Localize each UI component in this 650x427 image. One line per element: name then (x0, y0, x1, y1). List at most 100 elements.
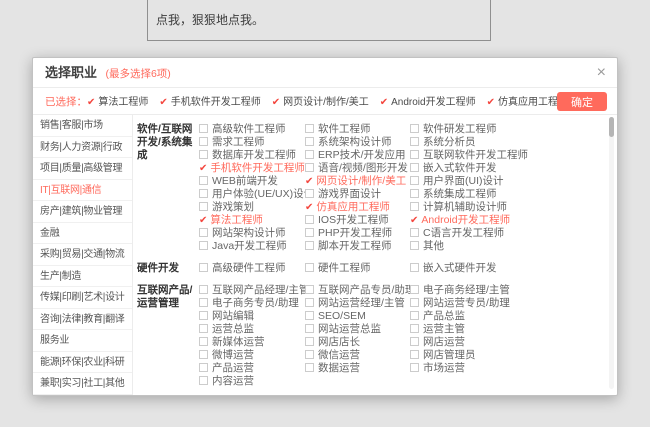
checkbox-icon[interactable] (410, 163, 419, 172)
checkbox-icon[interactable] (410, 363, 419, 372)
job-option[interactable]: ERP技术/开发应用 (305, 149, 410, 162)
job-option[interactable]: 嵌入式软件开发 (410, 162, 603, 175)
job-option[interactable]: 用户体验(UE/UX)设计 (199, 188, 305, 201)
job-option[interactable]: 软件工程师 (305, 123, 410, 136)
job-option[interactable]: 用户界面(UI)设计 (410, 175, 603, 188)
checkbox-icon[interactable] (305, 241, 314, 250)
sidebar-item[interactable]: IT|互联网|通信 (33, 180, 132, 202)
job-option[interactable]: 其他 (410, 240, 603, 253)
job-option[interactable]: ✔算法工程师 (199, 214, 305, 227)
checkbox-icon[interactable] (199, 189, 208, 198)
checkbox-icon[interactable] (305, 189, 314, 198)
selected-item[interactable]: ✔Android开发工程师 (380, 97, 476, 108)
checkbox-icon[interactable] (199, 241, 208, 250)
job-option[interactable]: 网店店长 (305, 336, 410, 349)
job-option[interactable]: 市场运营 (410, 362, 603, 375)
job-option[interactable]: 网店运营 (410, 336, 603, 349)
sidebar-item[interactable]: 咨询|法律|教育|翻译 (33, 309, 132, 331)
checkbox-icon[interactable] (410, 189, 419, 198)
checkbox-icon[interactable] (410, 241, 419, 250)
checkbox-icon[interactable] (199, 263, 208, 272)
checkbox-icon[interactable] (199, 285, 208, 294)
demo-trigger-text[interactable]: 点我，狠狠地点我。 (156, 13, 264, 27)
scrollbar[interactable] (609, 117, 614, 389)
sidebar-item[interactable]: 采购|贸易|交通|物流 (33, 244, 132, 266)
checkbox-icon[interactable] (199, 150, 208, 159)
job-option[interactable]: 网站运营经理/主管 (305, 297, 410, 310)
checkbox-icon[interactable] (199, 350, 208, 359)
job-option[interactable]: 互联网软件开发工程师 (410, 149, 603, 162)
job-option[interactable]: IOS开发工程师 (305, 214, 410, 227)
checkbox-icon[interactable] (410, 150, 419, 159)
checkbox-icon[interactable] (305, 163, 314, 172)
job-option[interactable]: 数据运营 (305, 362, 410, 375)
selected-item[interactable]: ✔手机软件开发工程师 (159, 97, 260, 108)
checkbox-icon[interactable] (199, 337, 208, 346)
job-option[interactable]: 新媒体运营 (199, 336, 305, 349)
sidebar-item[interactable]: 能源|环保|农业|科研 (33, 352, 132, 374)
job-option[interactable]: 互联网产品经理/主管 (199, 284, 305, 297)
job-option[interactable]: SEO/SEM (305, 310, 410, 323)
checkbox-icon[interactable] (410, 350, 419, 359)
job-option[interactable]: 嵌入式硬件开发 (410, 262, 603, 275)
job-option[interactable]: ✔网页设计/制作/美工 (305, 175, 410, 188)
job-option[interactable]: 网站架构设计师 (199, 227, 305, 240)
checkbox-icon[interactable] (199, 137, 208, 146)
job-option[interactable]: 系统分析员 (410, 136, 603, 149)
job-option[interactable]: 微信运营 (305, 349, 410, 362)
selected-item[interactable]: ✔算法工程师 (87, 97, 148, 108)
selected-item[interactable]: ✔网页设计/制作/美工 (272, 97, 369, 108)
checkbox-icon[interactable] (199, 202, 208, 211)
checkbox-icon[interactable] (410, 228, 419, 237)
checkbox-icon[interactable] (410, 298, 419, 307)
job-option[interactable]: 网站运营专员/助理 (410, 297, 603, 310)
job-option[interactable]: 计算机辅助设计师 (410, 201, 603, 214)
scrollbar-thumb[interactable] (609, 117, 614, 137)
sidebar-item[interactable]: 销售|客服|市场 (33, 115, 132, 137)
checkbox-icon[interactable] (410, 311, 419, 320)
job-option[interactable]: 网店管理员 (410, 349, 603, 362)
job-option[interactable]: 产品运营 (199, 362, 305, 375)
checkbox-icon[interactable] (410, 176, 419, 185)
checkbox-icon[interactable] (305, 137, 314, 146)
checkbox-icon[interactable] (305, 124, 314, 133)
checkbox-icon[interactable] (199, 298, 208, 307)
checkbox-icon[interactable] (305, 350, 314, 359)
sidebar-item[interactable]: 房产|建筑|物业管理 (33, 201, 132, 223)
checkbox-icon[interactable] (305, 337, 314, 346)
checkbox-icon[interactable] (305, 215, 314, 224)
job-option[interactable]: 系统集成工程师 (410, 188, 603, 201)
job-option[interactable]: 游戏界面设计 (305, 188, 410, 201)
job-option[interactable]: 网站编辑 (199, 310, 305, 323)
checkbox-icon[interactable] (305, 263, 314, 272)
job-option[interactable]: 高级软件工程师 (199, 123, 305, 136)
checkbox-icon[interactable] (305, 285, 314, 294)
job-option[interactable]: 硬件工程师 (305, 262, 410, 275)
job-option[interactable]: Java开发工程师 (199, 240, 305, 253)
job-option[interactable]: 微博运营 (199, 349, 305, 362)
sidebar-item[interactable]: 项目|质量|高级管理 (33, 158, 132, 180)
job-option[interactable]: 内容运营 (199, 375, 305, 388)
checkbox-icon[interactable] (305, 311, 314, 320)
sidebar-item[interactable]: 财务|人力资源|行政 (33, 137, 132, 159)
job-option[interactable]: 电子商务经理/主管 (410, 284, 603, 297)
job-option[interactable]: 需求工程师 (199, 136, 305, 149)
job-option[interactable]: PHP开发工程师 (305, 227, 410, 240)
job-option[interactable]: 运营总监 (199, 323, 305, 336)
confirm-button[interactable]: 确定 (557, 92, 607, 111)
job-option[interactable]: WEB前端开发 (199, 175, 305, 188)
close-icon[interactable]: × (597, 58, 606, 88)
checkbox-icon[interactable] (410, 337, 419, 346)
checkbox-icon[interactable] (305, 298, 314, 307)
job-option[interactable]: 高级硬件工程师 (199, 262, 305, 275)
sidebar-item[interactable]: 服务业 (33, 330, 132, 352)
selected-item[interactable]: ✔仿真应用工程师 (487, 97, 568, 108)
job-option[interactable]: 网站运营总监 (305, 323, 410, 336)
checkbox-icon[interactable] (199, 124, 208, 133)
job-option[interactable]: ✔仿真应用工程师 (305, 201, 410, 214)
job-option[interactable]: 游戏策划 (199, 201, 305, 214)
sidebar-item[interactable]: 传媒|印刷|艺术|设计 (33, 287, 132, 309)
sidebar-item[interactable]: 兼职|实习|社工|其他 (33, 373, 132, 395)
sidebar-item[interactable]: 生产|制造 (33, 266, 132, 288)
checkbox-icon[interactable] (410, 137, 419, 146)
